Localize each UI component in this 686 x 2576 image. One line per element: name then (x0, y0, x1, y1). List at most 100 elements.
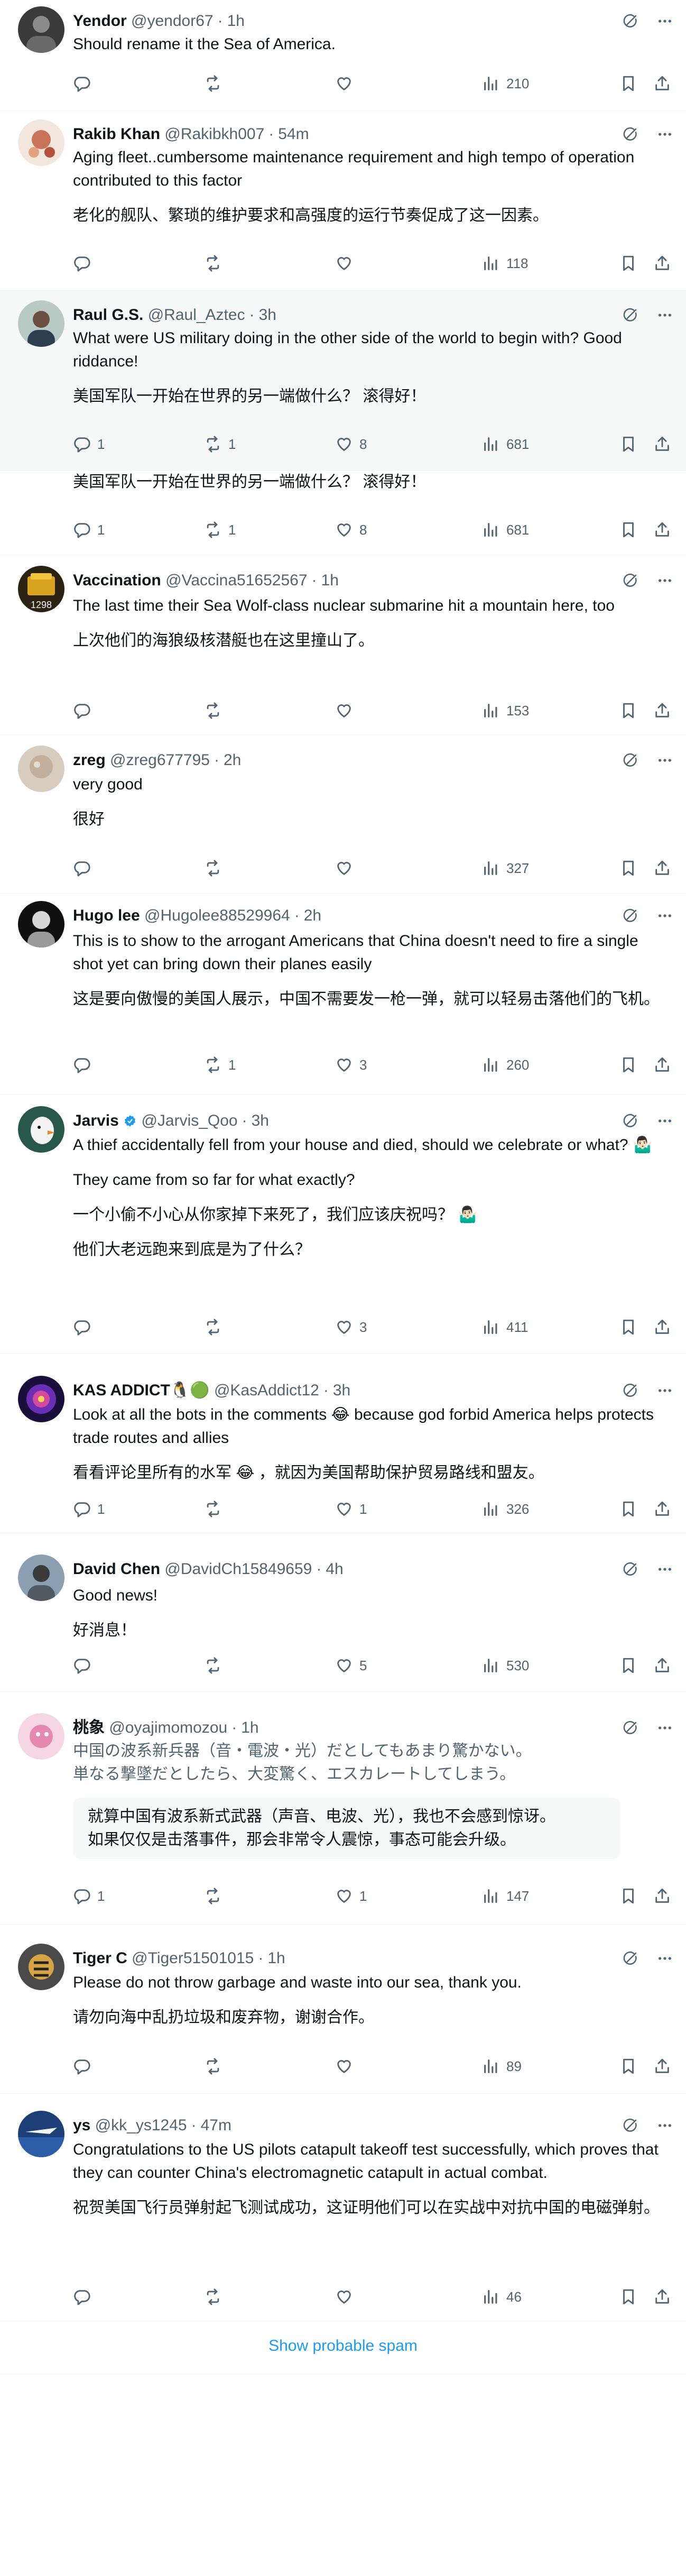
avatar[interactable] (18, 1944, 64, 1990)
reply-tweet[interactable]: 桃象 @oyajimomozou · 1h 中国の波系新兵器（音・電波・光）だとしても… (0, 1692, 686, 1925)
reply-button[interactable] (73, 73, 97, 94)
author-handle[interactable]: @Jarvis_Qoo (141, 1112, 237, 1129)
share-button[interactable] (653, 73, 671, 94)
retweet-button[interactable] (204, 2286, 228, 2307)
share-button[interactable] (653, 1498, 671, 1520)
avatar[interactable] (18, 1554, 64, 1601)
reply-button[interactable] (73, 858, 97, 879)
bookmark-button[interactable] (619, 434, 637, 455)
timestamp[interactable]: 3h (333, 1382, 350, 1399)
bookmark-button[interactable] (619, 73, 637, 94)
author-name[interactable]: Yendor (73, 12, 127, 30)
reply-tweet[interactable]: Tiger C @Tiger51501015 · 1h Please do not t… (0, 1925, 686, 2094)
more-icon[interactable] (656, 13, 673, 32)
reply-button[interactable] (73, 253, 97, 274)
author-handle[interactable]: @yendor67 (131, 12, 214, 30)
views-button[interactable]: 210 (482, 73, 529, 94)
avatar[interactable] (18, 300, 64, 347)
author-name[interactable]: Vaccination (73, 572, 161, 589)
retweet-button[interactable] (204, 1317, 228, 1338)
retweet-button[interactable] (204, 253, 228, 274)
author-name[interactable]: KAS ADDICT🐧🟢 (73, 1382, 210, 1399)
retweet-button[interactable]: 1 (204, 519, 236, 540)
views-button[interactable]: 326 (482, 1498, 529, 1520)
like-button[interactable] (335, 2056, 359, 2077)
retweet-button[interactable] (204, 1498, 228, 1520)
reply-tweet[interactable]: David Chen @DavidCh15849659 · 4h Good news!… (0, 1533, 686, 1692)
share-button[interactable] (653, 1054, 671, 1075)
reply-button[interactable] (73, 2056, 97, 2077)
author-handle[interactable]: @oyajimomozou (109, 1719, 227, 1736)
reply-button[interactable]: 1 (73, 1885, 105, 1907)
reply-button[interactable] (73, 1655, 97, 1676)
like-button[interactable] (335, 253, 359, 274)
retweet-button[interactable]: 1 (204, 434, 236, 455)
author-handle[interactable]: @zreg677795 (110, 751, 210, 769)
like-button[interactable] (335, 858, 359, 879)
author-name[interactable]: 桃象 (73, 1719, 105, 1736)
more-icon[interactable] (656, 2117, 673, 2137)
show-probable-spam-link[interactable]: Show probable spam (0, 2337, 686, 2355)
share-button[interactable] (653, 1885, 671, 1907)
author-name[interactable]: zreg (73, 751, 106, 769)
reply-button[interactable]: 1 (73, 1498, 105, 1520)
timestamp[interactable]: 3h (252, 1112, 269, 1129)
timestamp[interactable]: 47m (201, 2117, 231, 2134)
retweet-button[interactable] (204, 700, 228, 721)
more-icon[interactable] (656, 1719, 673, 1739)
grok-icon[interactable] (623, 573, 638, 591)
author-name[interactable]: David Chen (73, 1560, 160, 1578)
views-button[interactable]: 681 (482, 519, 529, 540)
timestamp[interactable]: 1h (321, 572, 339, 589)
reply-button[interactable] (73, 1054, 97, 1075)
bookmark-button[interactable] (619, 1498, 637, 1520)
retweet-button[interactable] (204, 1885, 228, 1907)
grok-icon[interactable] (623, 2118, 638, 2136)
like-button[interactable]: 1 (335, 1885, 367, 1907)
reply-button[interactable] (73, 1317, 97, 1338)
more-icon[interactable] (656, 126, 673, 145)
avatar[interactable] (18, 746, 64, 792)
timestamp[interactable]: 2h (224, 751, 241, 769)
views-button[interactable]: 411 (482, 1317, 528, 1338)
author-name[interactable]: Rakib Khan (73, 125, 160, 143)
more-icon[interactable] (656, 1950, 673, 1970)
grok-icon[interactable] (623, 1383, 638, 1401)
reply-button[interactable] (73, 2286, 97, 2307)
reply-tweet[interactable]: zreg @zreg677795 · 2h very good 很好 327 (0, 735, 686, 894)
more-icon[interactable] (656, 572, 673, 592)
like-button[interactable]: 1 (335, 1498, 367, 1520)
share-button[interactable] (653, 1317, 671, 1338)
grok-icon[interactable] (623, 1561, 638, 1580)
author-name[interactable]: Jarvis (73, 1112, 119, 1129)
share-button[interactable] (653, 434, 671, 455)
share-button[interactable] (653, 519, 671, 540)
share-button[interactable] (653, 1655, 671, 1676)
bookmark-button[interactable] (619, 1655, 637, 1676)
retweet-button[interactable]: 1 (204, 1054, 236, 1075)
share-button[interactable] (653, 253, 671, 274)
bookmark-button[interactable] (619, 1885, 637, 1907)
bookmark-button[interactable] (619, 1317, 637, 1338)
reply-tweet[interactable]: KAS ADDICT🐧🟢 @KasAddict12 · 3h Look at all … (0, 1354, 686, 1533)
author-handle[interactable]: @Raul_Aztec (148, 306, 245, 324)
reply-button[interactable] (73, 700, 97, 721)
retweet-button[interactable] (204, 1655, 228, 1676)
timestamp[interactable]: 1h (227, 12, 245, 30)
bookmark-button[interactable] (619, 1054, 637, 1075)
like-button[interactable]: 3 (335, 1054, 367, 1075)
more-icon[interactable] (656, 307, 673, 326)
bookmark-button[interactable] (619, 519, 637, 540)
timestamp[interactable]: 3h (259, 306, 276, 324)
grok-icon[interactable] (623, 908, 638, 926)
timestamp[interactable]: 2h (304, 907, 321, 924)
bookmark-button[interactable] (619, 2056, 637, 2077)
more-icon[interactable] (656, 907, 673, 927)
like-button[interactable]: 8 (335, 519, 367, 540)
author-handle[interactable]: @KasAddict12 (214, 1382, 319, 1399)
more-icon[interactable] (656, 1382, 673, 1402)
retweet-button[interactable] (204, 73, 228, 94)
author-handle[interactable]: @Hugolee88529964 (144, 907, 290, 924)
more-icon[interactable] (656, 1561, 673, 1580)
avatar[interactable] (18, 6, 64, 53)
